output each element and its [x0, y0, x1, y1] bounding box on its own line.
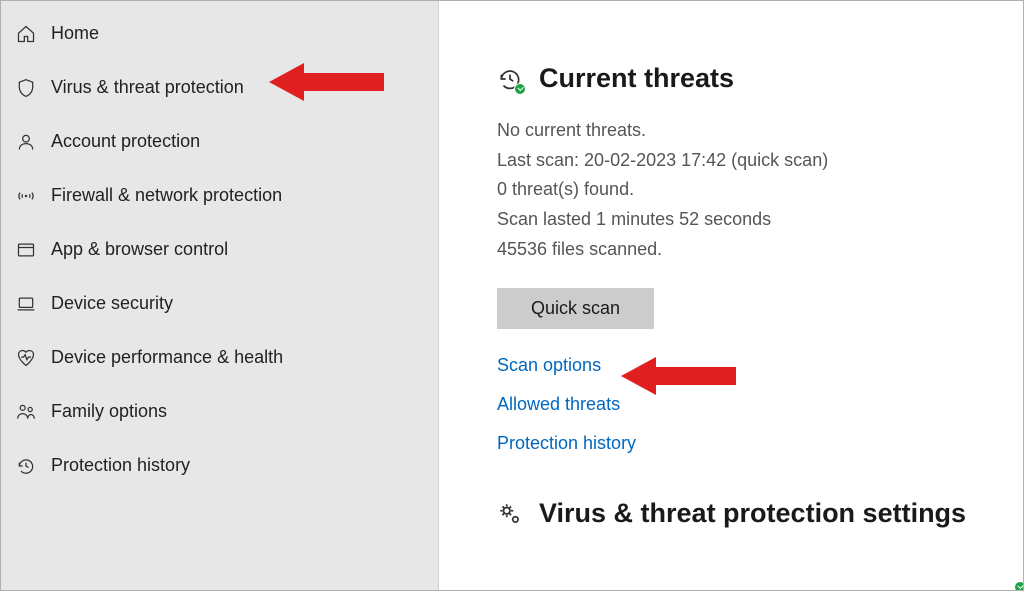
files-scanned: 45536 files scanned. [497, 235, 993, 265]
sidebar-item-label: Family options [51, 401, 167, 423]
sidebar-item-label: App & browser control [51, 239, 228, 261]
sidebar-item-home[interactable]: Home [1, 7, 438, 61]
browser-icon [15, 239, 37, 261]
settings-title: Virus & threat protection settings [539, 498, 966, 529]
shield-icon [15, 77, 37, 99]
gears-check-icon [497, 501, 523, 527]
sidebar-item-family-options[interactable]: Family options [1, 385, 438, 439]
current-threats-title: Current threats [539, 63, 734, 94]
sidebar-item-firewall[interactable]: Firewall & network protection [1, 169, 438, 223]
sidebar-item-account-protection[interactable]: Account protection [1, 115, 438, 169]
main-content: Current threats No current threats. Last… [439, 1, 1023, 590]
sidebar: Home Virus & threat protection Account p… [1, 1, 439, 590]
history-icon [15, 455, 37, 477]
current-threats-header: Current threats [497, 63, 993, 94]
windows-security-window: Home Virus & threat protection Account p… [0, 0, 1024, 591]
antenna-icon [15, 185, 37, 207]
settings-header: Virus & threat protection settings [497, 498, 993, 529]
sidebar-item-virus-threat[interactable]: Virus & threat protection [1, 61, 438, 115]
sidebar-item-performance-health[interactable]: Device performance & health [1, 331, 438, 385]
sidebar-item-label: Home [51, 23, 99, 45]
home-icon [15, 23, 37, 45]
last-scan: Last scan: 20-02-2023 17:42 (quick scan) [497, 146, 993, 176]
scan-options-link[interactable]: Scan options [497, 355, 601, 376]
history-check-icon [497, 66, 523, 92]
person-icon [15, 131, 37, 153]
heart-pulse-icon [15, 347, 37, 369]
scan-duration: Scan lasted 1 minutes 52 seconds [497, 205, 993, 235]
quick-scan-button[interactable]: Quick scan [497, 288, 654, 329]
sidebar-item-app-browser[interactable]: App & browser control [1, 223, 438, 277]
sidebar-item-label: Virus & threat protection [51, 77, 244, 99]
threat-status: No current threats. [497, 116, 993, 146]
sidebar-item-label: Firewall & network protection [51, 185, 282, 207]
threats-found: 0 threat(s) found. [497, 175, 993, 205]
protection-history-link[interactable]: Protection history [497, 433, 636, 454]
sidebar-item-label: Account protection [51, 131, 200, 153]
allowed-threats-link[interactable]: Allowed threats [497, 394, 620, 415]
sidebar-item-label: Device security [51, 293, 173, 315]
threat-status-block: No current threats. Last scan: 20-02-202… [497, 116, 993, 264]
sidebar-item-device-security[interactable]: Device security [1, 277, 438, 331]
family-icon [15, 401, 37, 423]
sidebar-item-label: Device performance & health [51, 347, 283, 369]
sidebar-item-label: Protection history [51, 455, 190, 477]
sidebar-item-protection-history[interactable]: Protection history [1, 439, 438, 493]
laptop-icon [15, 293, 37, 315]
